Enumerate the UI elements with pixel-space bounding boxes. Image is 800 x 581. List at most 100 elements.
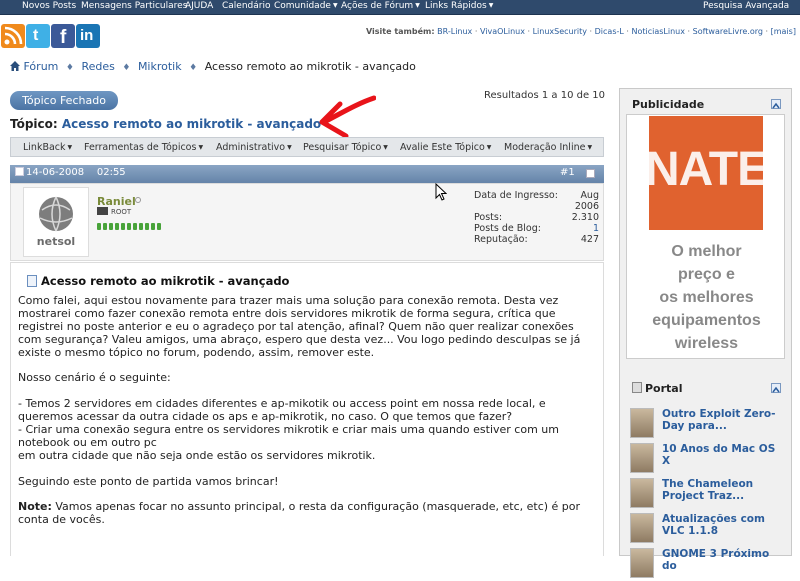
list-item[interactable]: Atualizações com VLC 1.1.8 [626, 511, 785, 546]
news-title[interactable]: The Chameleon Project Traz... [662, 478, 782, 502]
stat-posts: Posts: 2.310 [474, 212, 599, 223]
topic-title[interactable]: Acesso remoto ao mikrotik - avançado [62, 117, 321, 131]
link-noticiaslinux[interactable]: NoticiasLinux [631, 27, 684, 36]
ad-banner[interactable]: NATE O melhor preço e os melhores equipa… [626, 114, 785, 359]
stat-label: Reputação: [474, 234, 528, 245]
stat-blog-posts: Posts de Blog: 1 [474, 223, 599, 234]
closed-topic-button[interactable]: Tópico Fechado [10, 91, 118, 110]
news-title[interactable]: 10 Anos do Mac OS X [662, 443, 782, 467]
nav-forum-actions[interactable]: Ações de Fórum ▼ [341, 1, 420, 11]
netsol-logo-icon: netsol [37, 196, 75, 248]
post-line: em outra cidade que não seja onde estão … [18, 448, 376, 462]
post-status-icon [15, 167, 24, 176]
ad-text: O melhor preço e os melhores equipamento… [627, 240, 786, 355]
rss-icon[interactable] [1, 24, 25, 48]
linkedin-icon[interactable]: in [76, 24, 100, 48]
news-title[interactable]: Outro Exploit Zero-Day para... [662, 408, 782, 432]
portal-title: Portal [632, 382, 683, 395]
list-item[interactable]: GNOME 3 Próximo do [626, 546, 785, 581]
nav-calendar[interactable]: Calendário [222, 1, 270, 11]
toolbar-inline-moderation-label: Moderação Inline [504, 142, 586, 153]
link-softwarelivre[interactable]: SoftwareLivre.org [693, 27, 763, 36]
news-title[interactable]: Atualizações com VLC 1.1.8 [662, 513, 782, 537]
toolbar-admin[interactable]: Administrativo ▼ [216, 142, 292, 153]
rep-pip-icon [121, 223, 125, 230]
twitter-icon[interactable]: t [26, 24, 50, 48]
home-icon[interactable] [10, 61, 20, 71]
breadcrumb-mikrotik[interactable]: Mikrotik [138, 60, 182, 73]
collapse-icon[interactable] [771, 99, 781, 109]
topic-toolbar: LinkBack ▼ Ferramentas de Tópicos ▼ Admini… [10, 137, 604, 157]
breadcrumb-separator-icon: ♦ [122, 63, 131, 73]
also-visit-label: Visite também: [366, 27, 435, 36]
caret-down-icon: ▼ [332, 2, 338, 9]
stat-value[interactable]: 1 [593, 223, 599, 234]
stat-value: 2006 [574, 201, 599, 212]
nav-advanced-search[interactable]: Pesquisa Avançada [703, 1, 789, 11]
list-item[interactable]: The Chameleon Project Traz... [626, 476, 785, 511]
offline-status-icon [135, 197, 141, 203]
post-line: Nosso cenário é o seguinte: [18, 371, 171, 385]
portal-header: Portal [620, 377, 791, 399]
list-item[interactable]: 10 Anos do Mac OS X [626, 441, 785, 476]
post-note: Note: Vamos apenas focar no assunto prin… [18, 500, 598, 514]
news-thumbnail [630, 513, 654, 543]
nav-community-label: Comunidade [274, 1, 331, 11]
post-line: conta de vocês. [18, 513, 105, 527]
rep-pip-icon [97, 223, 101, 230]
post-line: notebook ou em outro pc [18, 435, 157, 449]
nav-private-messages[interactable]: Mensagens Particulares [81, 1, 187, 11]
toolbar-search-topic-label: Pesquisar Tópico [303, 142, 382, 153]
svg-text:netsol: netsol [37, 235, 75, 248]
stat-reputation: Reputação: 427 [474, 234, 599, 245]
nav-quick-links[interactable]: Links Rápidos ▼ [425, 1, 493, 11]
caret-down-icon: ▼ [198, 144, 204, 151]
post-body: Como falei, aqui estou novamente para tr… [18, 294, 598, 527]
link-linuxsecurity[interactable]: LinuxSecurity [533, 27, 587, 36]
mouse-cursor-icon [435, 183, 447, 201]
toolbar-rate-topic[interactable]: Avalie Este Tópico ▼ [400, 142, 491, 153]
topic-heading: Tópico: Acesso remoto ao mikrotik - avan… [10, 117, 321, 131]
nav-forum-actions-label: Ações de Fórum [341, 1, 414, 11]
ad-text-line: wireless [674, 335, 739, 352]
stat-value: Aug [580, 190, 599, 201]
nav-help[interactable]: AJUDA [185, 1, 213, 11]
collapse-icon[interactable] [771, 383, 781, 393]
toolbar-search-topic[interactable]: Pesquisar Tópico ▼ [303, 142, 388, 153]
post-time: 02:55 [96, 167, 126, 178]
link-br-linux[interactable]: BR-Linux [437, 27, 472, 36]
link-more[interactable]: [mais] [771, 27, 796, 36]
post-select-checkbox[interactable] [586, 169, 595, 178]
toolbar-linkback-label: LinkBack [23, 142, 66, 153]
toolbar-linkback[interactable]: LinkBack ▼ [23, 142, 72, 153]
toolbar-topic-tools[interactable]: Ferramentas de Tópicos ▼ [84, 142, 203, 153]
user-rank: ROOT [97, 207, 131, 216]
rep-pip-icon [151, 223, 155, 230]
link-dicas-l[interactable]: Dicas-L [595, 27, 624, 36]
user-rank-label: ROOT [111, 208, 132, 216]
nav-quick-links-label: Links Rápidos [425, 1, 487, 11]
avatar[interactable]: netsol [23, 187, 89, 257]
portal-icon [632, 382, 642, 393]
news-thumbnail [630, 443, 654, 473]
stat-label: Posts de Blog: [474, 223, 541, 234]
post-content: Acesso remoto ao mikrotik - avançado Com… [10, 262, 604, 556]
facebook-icon[interactable]: f [51, 24, 75, 48]
portal-title-text: Portal [645, 382, 683, 395]
document-icon [27, 275, 37, 287]
post-number[interactable]: #1 [560, 167, 575, 178]
post-line: existe o mesmo tópico no forum, podendo,… [18, 345, 375, 359]
post-title: Acesso remoto ao mikrotik - avançado [27, 274, 289, 288]
nav-community[interactable]: Comunidade ▼ [274, 1, 338, 11]
link-vivaolinux[interactable]: VivaOLinux [480, 27, 525, 36]
toolbar-inline-moderation[interactable]: Moderação Inline ▼ [504, 142, 592, 153]
topic-label: Tópico: [10, 117, 58, 131]
note-text: Vamos apenas focar no assunto principal,… [51, 500, 581, 514]
results-count: Resultados 1 a 10 de 10 [484, 90, 606, 101]
nav-new-posts[interactable]: Novos Posts [22, 1, 76, 11]
breadcrumb-redes[interactable]: Redes [81, 60, 114, 73]
list-item[interactable]: Outro Exploit Zero-Day para... [626, 406, 785, 441]
news-title[interactable]: GNOME 3 Próximo do [662, 548, 782, 572]
breadcrumb-forum[interactable]: Fórum [24, 60, 59, 73]
note-label: Note: [18, 500, 52, 514]
